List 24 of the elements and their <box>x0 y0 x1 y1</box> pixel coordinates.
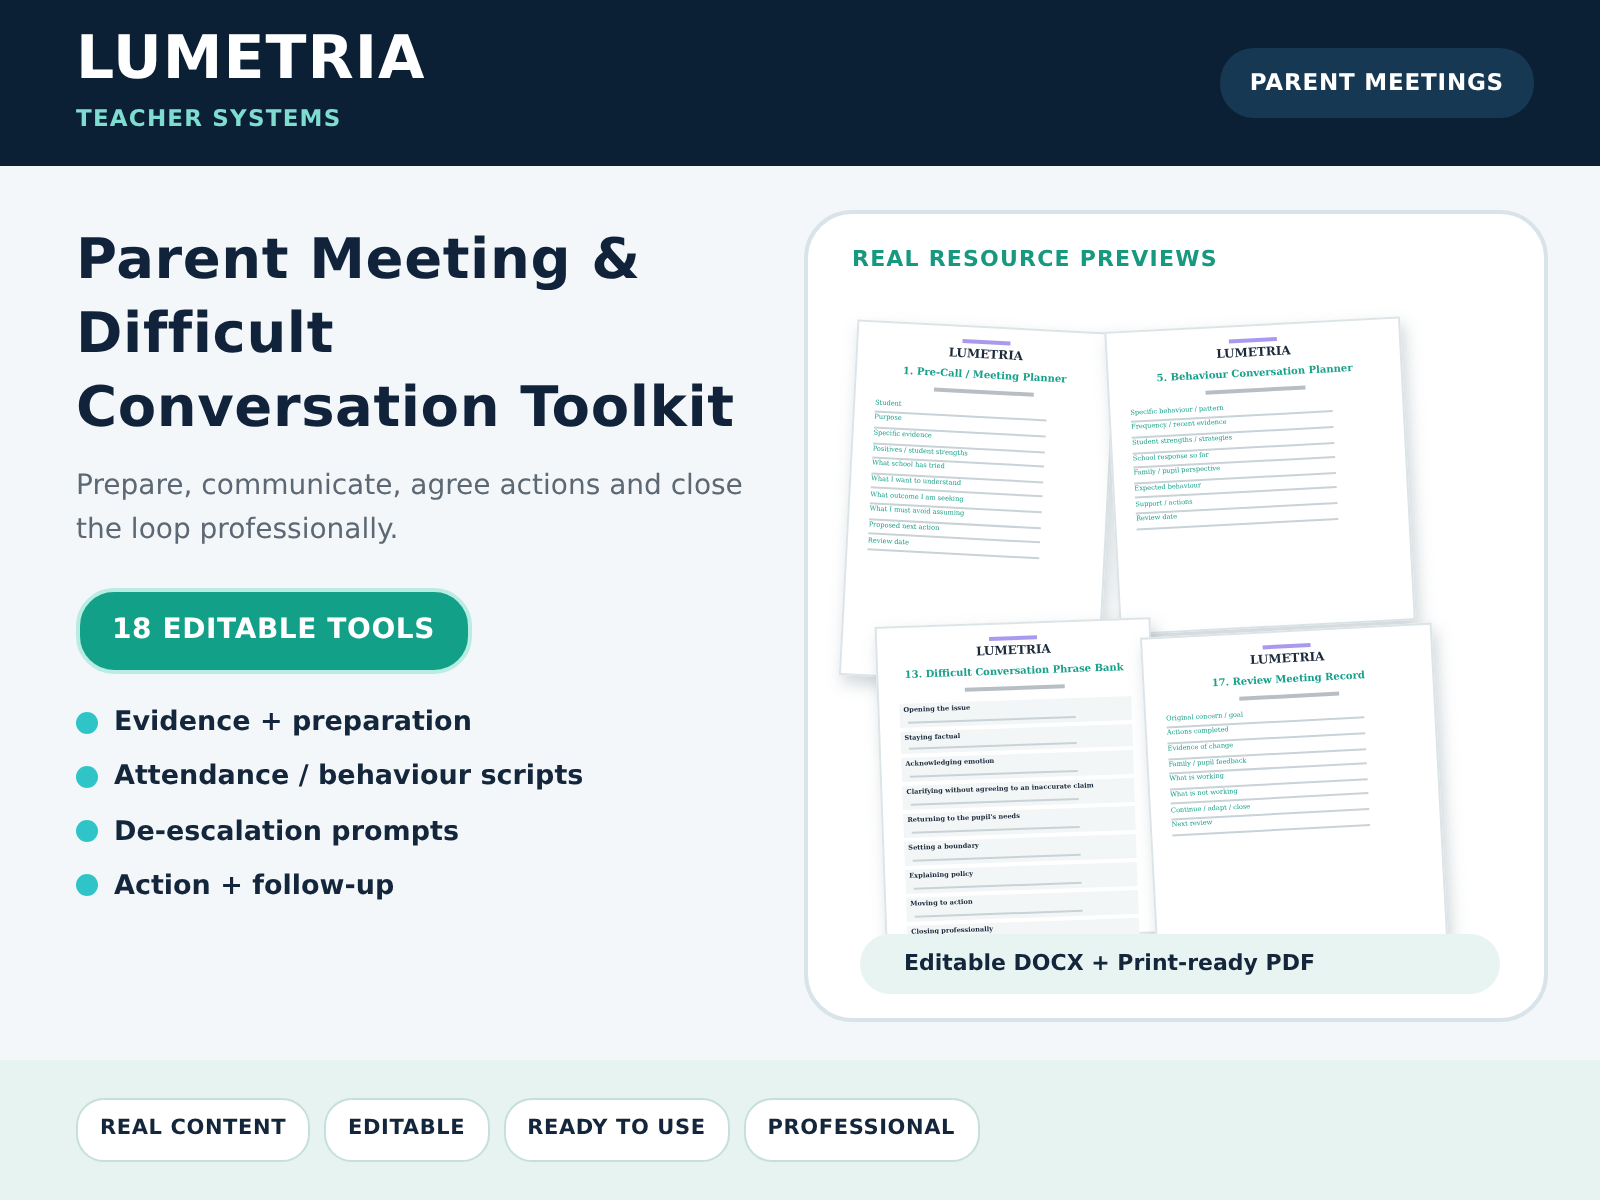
preview-label: REAL RESOURCE PREVIEWS <box>852 244 1218 276</box>
bullet-dot-icon <box>76 820 98 843</box>
hero-subtitle: Prepare, communicate, agree actions and close the loop professionally. <box>76 468 745 550</box>
formats-bar: Editable DOCX + Print-ready PDF <box>860 934 1500 994</box>
feature-tag: REAL CONTENT <box>76 1098 311 1162</box>
bullet-text: Attendance / behaviour scripts <box>114 758 584 797</box>
brand-name: LUMETRIA <box>76 29 426 90</box>
tag-mark <box>1228 336 1277 344</box>
bullet-text: Evidence + preparation <box>114 704 472 742</box>
feature-tag: PROFESSIONAL <box>743 1098 980 1162</box>
tag-mark <box>962 338 1011 346</box>
tag-mark <box>1262 642 1311 650</box>
topic-badge: PARENT MEETINGS <box>1219 47 1534 119</box>
bullet-dot-icon <box>76 874 98 897</box>
bullet-text: De-escalation prompts <box>114 813 459 851</box>
tag-mark <box>989 635 1038 641</box>
bullet-text: Action + follow-up <box>114 867 395 906</box>
bullet-dot-icon <box>76 711 98 734</box>
tools-count-pill: 18 EDITABLE TOOLS <box>76 588 472 674</box>
feature-tag: READY TO USE <box>503 1098 730 1162</box>
feature-tag: EDITABLE <box>324 1098 490 1162</box>
bullet-dot-icon <box>76 765 98 788</box>
hero-title: Parent Meeting & Difficult Conversation Toolkit <box>76 224 737 444</box>
brand-tagline: TEACHER SYSTEMS <box>76 101 344 136</box>
